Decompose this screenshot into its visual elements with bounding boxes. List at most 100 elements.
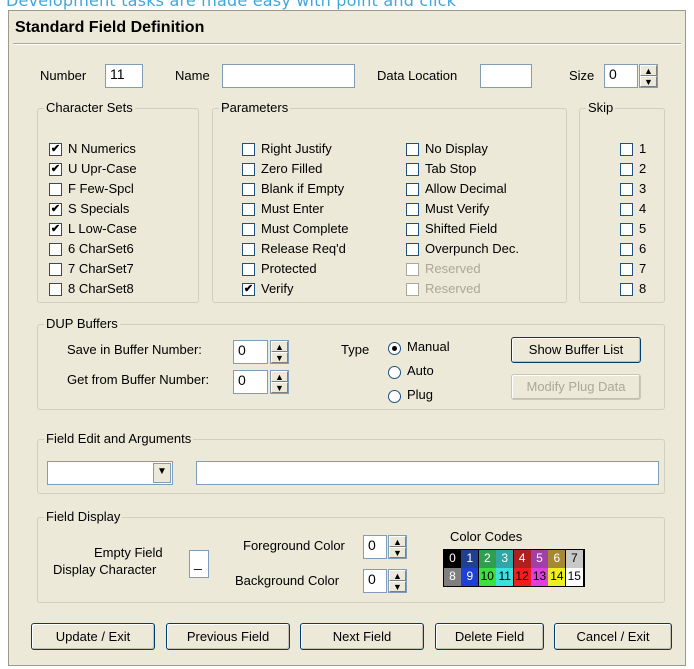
field-arguments-input[interactable] — [196, 461, 659, 485]
delete-field-button[interactable]: Delete Field — [435, 623, 544, 650]
background-color-spinner[interactable]: ▲ ▼ — [388, 569, 407, 593]
data-location-input[interactable] — [480, 64, 532, 88]
background-color-input[interactable]: 0 — [363, 569, 387, 593]
param-left-7-label: Verify — [261, 281, 294, 296]
param-left-0-checkbox[interactable] — [242, 143, 255, 156]
charset-7-checkbox[interactable] — [49, 283, 62, 296]
param-right-2-label: Allow Decimal — [425, 181, 507, 196]
color-code-cell: 5 — [531, 550, 548, 568]
param-left-4-label: Must Complete — [261, 221, 349, 236]
skip-3-label: 3 — [639, 181, 647, 196]
next-field-button[interactable]: Next Field — [300, 623, 424, 650]
spin-down-icon[interactable]: ▼ — [389, 547, 406, 558]
size-spinner[interactable]: ▲ ▼ — [639, 64, 658, 88]
charset-3-label: S Specials — [68, 201, 130, 216]
spin-up-icon[interactable]: ▲ — [271, 341, 288, 352]
type-radio-label: Auto — [407, 363, 434, 378]
charset-7-label: 8 CharSet8 — [68, 281, 134, 296]
update-exit-button[interactable]: Update / Exit — [31, 623, 155, 650]
param-left-1-checkbox[interactable] — [242, 163, 255, 176]
param-right-7-checkbox[interactable] — [406, 283, 419, 296]
get-buffer-label: Get from Buffer Number: — [67, 372, 210, 387]
param-right-3-label: Must Verify — [425, 201, 490, 216]
name-input[interactable] — [222, 64, 355, 88]
spin-up-icon[interactable]: ▲ — [271, 371, 288, 382]
param-right-4-label: Shifted Field — [425, 221, 498, 236]
foreground-color-spinner[interactable]: ▲ ▼ — [388, 535, 407, 559]
foreground-color-input[interactable]: 0 — [363, 535, 387, 559]
cancel-exit-button[interactable]: Cancel / Exit — [554, 623, 672, 650]
type-radio-auto[interactable] — [388, 366, 401, 379]
save-buffer-input[interactable]: 0 — [233, 340, 268, 364]
charset-4-checkbox[interactable]: ✔ — [49, 223, 62, 236]
foreground-color-label: Foreground Color — [243, 538, 345, 553]
param-right-3-checkbox[interactable] — [406, 203, 419, 216]
param-right-5-checkbox[interactable] — [406, 243, 419, 256]
param-left-2-checkbox[interactable] — [242, 183, 255, 196]
param-left-5-label: Release Req'd — [261, 241, 346, 256]
param-right-4-checkbox[interactable] — [406, 223, 419, 236]
spin-down-icon[interactable]: ▼ — [271, 352, 288, 363]
param-right-6-checkbox[interactable] — [406, 263, 419, 276]
param-left-5-checkbox[interactable] — [242, 243, 255, 256]
skip-4-checkbox[interactable] — [620, 203, 633, 216]
param-left-7-checkbox[interactable]: ✔ — [242, 283, 255, 296]
param-left-6-label: Protected — [261, 261, 317, 276]
name-label: Name — [175, 68, 210, 83]
skip-8-checkbox[interactable] — [620, 283, 633, 296]
field-edit-group: Field Edit and Arguments ▼ — [37, 431, 665, 494]
get-buffer-spinner[interactable]: ▲ ▼ — [270, 370, 289, 394]
skip-5-label: 5 — [639, 221, 647, 236]
charset-3-checkbox[interactable]: ✔ — [49, 203, 62, 216]
type-radio-manual[interactable] — [388, 342, 401, 355]
spin-up-icon[interactable]: ▲ — [389, 536, 406, 547]
dialog-title: Standard Field Definition — [15, 19, 205, 36]
param-right-0-checkbox[interactable] — [406, 143, 419, 156]
previous-field-button[interactable]: Previous Field — [166, 623, 290, 650]
skip-5-checkbox[interactable] — [620, 223, 633, 236]
charset-5-checkbox[interactable] — [49, 243, 62, 256]
spin-up-icon[interactable]: ▲ — [389, 570, 406, 581]
spin-up-icon[interactable]: ▲ — [640, 65, 657, 76]
charset-2-checkbox[interactable] — [49, 183, 62, 196]
skip-2-checkbox[interactable] — [620, 163, 633, 176]
dup-buffers-group: DUP Buffers Save in Buffer Number: 0 ▲ ▼… — [37, 316, 665, 410]
param-right-5-label: Overpunch Dec. — [425, 241, 519, 256]
param-left-6-checkbox[interactable] — [242, 263, 255, 276]
skip-8-label: 8 — [639, 281, 647, 296]
save-buffer-spinner[interactable]: ▲ ▼ — [270, 340, 289, 364]
character-sets-title: Character Sets — [44, 100, 135, 115]
number-input[interactable]: 11 — [105, 64, 143, 88]
charset-1-checkbox[interactable]: ✔ — [49, 163, 62, 176]
get-buffer-input[interactable]: 0 — [233, 370, 268, 394]
type-radio-plug[interactable] — [388, 390, 401, 403]
modify-plug-data-button[interactable]: Modify Plug Data — [511, 374, 641, 400]
skip-6-label: 6 — [639, 241, 647, 256]
param-right-2-checkbox[interactable] — [406, 183, 419, 196]
param-left-3-checkbox[interactable] — [242, 203, 255, 216]
param-right-7-label: Reserved — [425, 281, 481, 296]
chevron-down-icon[interactable]: ▼ — [153, 463, 171, 483]
spin-down-icon[interactable]: ▼ — [389, 581, 406, 592]
skip-7-checkbox[interactable] — [620, 263, 633, 276]
save-buffer-label: Save in Buffer Number: — [67, 342, 202, 357]
show-buffer-list-button[interactable]: Show Buffer List — [511, 337, 641, 363]
skip-1-checkbox[interactable] — [620, 143, 633, 156]
size-label: Size — [569, 68, 595, 83]
charset-0-checkbox[interactable]: ✔ — [49, 143, 62, 156]
charset-6-checkbox[interactable] — [49, 263, 62, 276]
spin-down-icon[interactable]: ▼ — [271, 382, 288, 393]
param-left-4-checkbox[interactable] — [242, 223, 255, 236]
color-code-cell: 4 — [513, 550, 531, 568]
param-right-1-checkbox[interactable] — [406, 163, 419, 176]
field-edit-combo[interactable]: ▼ — [47, 461, 173, 485]
skip-6-checkbox[interactable] — [620, 243, 633, 256]
dup-buffers-title: DUP Buffers — [44, 316, 120, 331]
spin-down-icon[interactable]: ▼ — [640, 76, 657, 87]
size-input[interactable]: 0 — [604, 64, 638, 88]
empty-field-char-input[interactable]: _ — [189, 550, 209, 578]
skip-3-checkbox[interactable] — [620, 183, 633, 196]
page-caption: Development tasks are made easy with poi… — [6, 0, 457, 10]
field-display-group: Field Display Empty Field Display Charac… — [37, 509, 665, 603]
param-left-2-label: Blank if Empty — [261, 181, 345, 196]
